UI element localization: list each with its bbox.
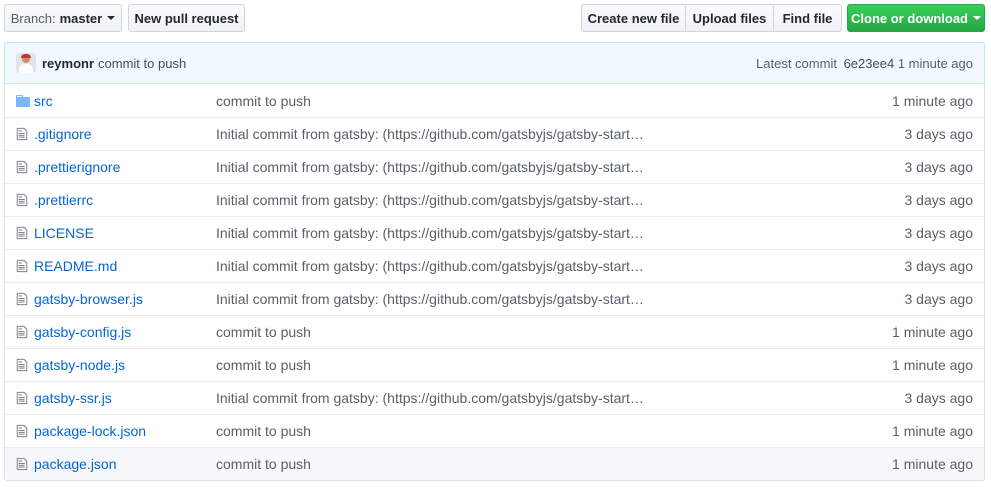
create-new-file-button[interactable]: Create new file xyxy=(581,4,686,32)
latest-commit-bar: reymonr commit to push Latest commit 6e2… xyxy=(4,42,985,84)
file-link[interactable]: package-lock.json xyxy=(34,423,146,439)
file-commit-message-link[interactable]: Initial commit from gatsby: (https://git… xyxy=(216,126,644,142)
file-link[interactable]: gatsby-config.js xyxy=(34,324,131,340)
commit-message-link[interactable]: commit to push xyxy=(98,56,186,71)
file-commit-age: 3 days ago xyxy=(904,225,974,241)
file-row: gatsby-browser.js Initial commit from gat… xyxy=(5,282,984,315)
find-file-button[interactable]: Find file xyxy=(773,4,842,32)
commit-sha-link[interactable]: 6e23ee4 xyxy=(844,56,895,71)
file-commit-message-link[interactable]: Initial commit from gatsby: (https://git… xyxy=(216,258,644,274)
avatar[interactable] xyxy=(16,53,36,73)
file-link[interactable]: .prettierrc xyxy=(34,192,93,208)
file-commit-message-link[interactable]: Initial commit from gatsby: (https://git… xyxy=(216,291,644,307)
file-row: .prettierignore Initial commit from gatsb… xyxy=(5,150,984,183)
file-icon xyxy=(5,226,34,240)
new-pull-request-button[interactable]: New pull request xyxy=(128,4,245,32)
file-commit-age: 3 days ago xyxy=(904,159,974,175)
repo-toolbar: Branch: master New pull request Create n… xyxy=(4,4,985,32)
file-icon xyxy=(5,358,34,372)
file-commit-message-link[interactable]: Initial commit from gatsby: (https://git… xyxy=(216,225,644,241)
file-link[interactable]: gatsby-browser.js xyxy=(34,291,143,307)
file-commit-message-link[interactable]: commit to push xyxy=(216,93,311,109)
file-commit-age: 1 minute ago xyxy=(892,357,973,373)
file-link[interactable]: gatsby-ssr.js xyxy=(34,390,112,406)
file-commit-message-link[interactable]: Initial commit from gatsby: (https://git… xyxy=(216,390,644,406)
file-icon xyxy=(5,259,34,273)
file-commit-message-link[interactable]: commit to push xyxy=(216,456,311,472)
file-icon xyxy=(5,292,34,306)
branch-name: master xyxy=(59,10,103,26)
file-row: gatsby-ssr.js Initial commit from gatsby:… xyxy=(5,381,984,414)
file-commit-message-link[interactable]: commit to push xyxy=(216,324,311,340)
file-link[interactable]: .prettierignore xyxy=(34,159,120,175)
chevron-down-icon xyxy=(107,16,116,20)
file-link[interactable]: .gitignore xyxy=(34,126,92,142)
branch-prefix: Branch: xyxy=(10,10,56,26)
chevron-down-icon xyxy=(973,16,981,20)
file-actions-group: Create new file Upload files Find file xyxy=(581,4,842,32)
commit-age: 1 minute ago xyxy=(897,55,973,71)
latest-commit-prefix: Latest commit xyxy=(756,55,837,71)
file-commit-age: 3 days ago xyxy=(904,291,974,307)
file-icon xyxy=(5,127,34,141)
file-commit-message-link[interactable]: Initial commit from gatsby: (https://git… xyxy=(216,192,644,208)
file-row: gatsby-node.js commit to push 1 minute ago xyxy=(5,348,984,381)
file-icon xyxy=(5,193,34,207)
file-row: .prettierrc Initial commit from gatsby: (… xyxy=(5,183,984,216)
file-row: gatsby-config.js commit to push 1 minute a… xyxy=(5,315,984,348)
folder-icon xyxy=(5,94,34,107)
file-row: src commit to push 1 minute ago xyxy=(5,84,984,117)
file-commit-age: 1 minute ago xyxy=(892,456,973,472)
file-row: LICENSE Initial commit from gatsby: (http… xyxy=(5,216,984,249)
file-commit-age: 3 days ago xyxy=(904,192,974,208)
file-commit-message-link[interactable]: Initial commit from gatsby: (https://git… xyxy=(216,159,644,175)
branch-select-button[interactable]: Branch: master xyxy=(4,4,122,32)
file-row: README.md Initial commit from gatsby: (ht… xyxy=(5,249,984,282)
file-commit-age: 3 days ago xyxy=(904,258,974,274)
file-icon xyxy=(5,391,34,405)
file-commit-age: 3 days ago xyxy=(904,390,974,406)
file-commit-message-link[interactable]: commit to push xyxy=(216,357,311,373)
file-icon xyxy=(5,160,34,174)
clone-or-download-label: Clone or download xyxy=(851,10,968,26)
latest-commit-info: Latest commit 6e23ee4 1 minute ago xyxy=(756,56,973,71)
file-list: src commit to push 1 minute ago .gitignore I… xyxy=(4,84,985,481)
file-link[interactable]: package.json xyxy=(34,456,117,472)
file-commit-message-link[interactable]: commit to push xyxy=(216,423,311,439)
file-link[interactable]: README.md xyxy=(34,258,117,274)
file-link[interactable]: gatsby-node.js xyxy=(34,357,125,373)
clone-or-download-button[interactable]: Clone or download xyxy=(847,4,985,32)
file-row: package-lock.json commit to push 1 minute … xyxy=(5,414,984,447)
folder-link[interactable]: src xyxy=(34,93,53,109)
file-commit-age: 1 minute ago xyxy=(892,92,973,109)
file-row: .gitignore Initial commit from gatsby: (h… xyxy=(5,117,984,150)
file-link[interactable]: LICENSE xyxy=(34,225,94,241)
file-row: package.json commit to push 1 minute ago xyxy=(5,447,984,480)
file-commit-age: 1 minute ago xyxy=(892,423,973,439)
file-commit-age: 1 minute ago xyxy=(892,324,973,340)
upload-files-button[interactable]: Upload files xyxy=(685,4,774,32)
file-commit-age: 3 days ago xyxy=(904,126,974,142)
file-icon xyxy=(5,424,34,438)
commit-author-link[interactable]: reymonr xyxy=(42,56,94,71)
file-icon xyxy=(5,325,34,339)
file-icon xyxy=(5,457,34,471)
